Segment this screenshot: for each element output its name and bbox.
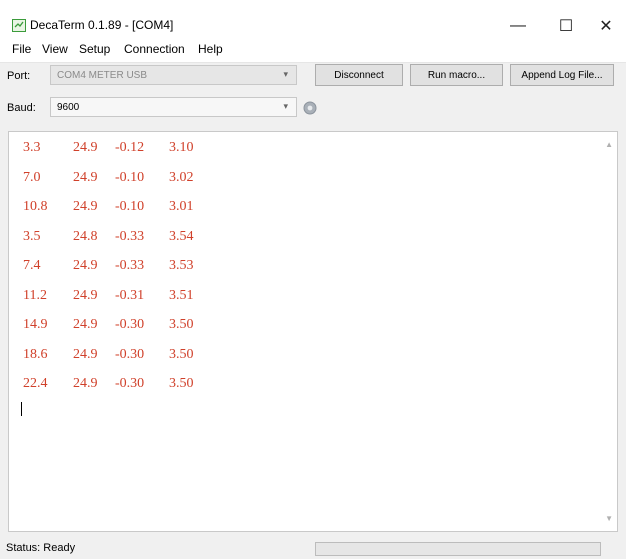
baud-value: 9600: [57, 101, 80, 113]
terminal-cell: 24.9: [73, 317, 98, 332]
terminal-cell: -0.10: [115, 199, 145, 214]
append-log-button[interactable]: Append Log File...: [510, 64, 614, 86]
terminal-cell: -0.33: [115, 258, 145, 273]
chevron-down-icon: ▾: [283, 69, 288, 79]
run-macro-button[interactable]: Run macro...: [410, 64, 503, 86]
terminal-cell: 3.50: [169, 376, 194, 391]
menu-view[interactable]: View: [40, 42, 70, 56]
menu-setup[interactable]: Setup: [77, 42, 112, 56]
app-icon: [12, 19, 26, 32]
terminal-cell: 24.9: [73, 258, 98, 273]
terminal-cell: 22.4: [23, 376, 48, 391]
menu-file[interactable]: File: [10, 42, 33, 56]
terminal-cell: -0.30: [115, 376, 145, 391]
scroll-up-icon[interactable]: ▲: [605, 140, 613, 149]
terminal-cell: -0.30: [115, 346, 145, 362]
window-title: DecaTerm 0.1.89 - [COM4]: [30, 18, 174, 32]
maximize-icon: ☐: [558, 18, 574, 35]
gear-icon[interactable]: [303, 101, 317, 115]
terminal-cell: 24.9: [73, 346, 98, 362]
terminal-cell: 3.3: [23, 140, 41, 155]
minimize-button[interactable]: —: [498, 12, 538, 40]
terminal-cell: 3.02: [169, 169, 194, 185]
port-select[interactable]: COM4 METER USB ▾: [50, 65, 297, 85]
terminal-cell: 7.0: [23, 169, 41, 185]
terminal-cell: 24.9: [73, 287, 98, 303]
terminal-cell: 24.9: [73, 199, 98, 214]
title-bar: DecaTerm 0.1.89 - [COM4] — ☐ ✕: [0, 0, 626, 40]
terminal-cell: 24.9: [73, 140, 98, 155]
port-value: COM4 METER USB: [57, 69, 148, 81]
terminal-cell: -0.31: [115, 287, 145, 303]
terminal-cell: 24.8: [73, 228, 98, 244]
terminal-cell: 3.54: [169, 228, 194, 244]
menu-bar: File View Setup Connection Help: [0, 40, 626, 63]
scroll-down-icon[interactable]: ▼: [605, 514, 613, 523]
status-text: Status: Ready: [6, 542, 76, 554]
terminal-cell: -0.10: [115, 169, 145, 185]
baud-label: Baud:: [7, 102, 36, 114]
minimize-icon: —: [510, 17, 526, 34]
chevron-down-icon: ▾: [283, 101, 288, 111]
disconnect-button[interactable]: Disconnect: [315, 64, 403, 86]
terminal-cell: 3.50: [169, 346, 194, 362]
terminal-cell: -0.12: [115, 140, 145, 155]
maximize-button[interactable]: ☐: [546, 12, 586, 40]
close-icon: ✕: [599, 18, 613, 35]
terminal-cell: 14.9: [23, 317, 48, 332]
baud-select[interactable]: 9600 ▾: [50, 97, 297, 117]
progress-bar: [315, 542, 601, 556]
terminal-output[interactable]: 3.3 24.9 -0.12 3.10 7.0 24.9 -0.10 3.02 10.8 24.9…: [8, 131, 618, 532]
terminal-cell: 3.51: [169, 287, 194, 303]
terminal-cell: 18.6: [23, 346, 48, 362]
terminal-cell: -0.33: [115, 228, 145, 244]
terminal-cell: 3.50: [169, 317, 194, 332]
port-label: Port:: [7, 70, 31, 82]
terminal-cell: 7.4: [23, 258, 41, 273]
menu-help[interactable]: Help: [196, 42, 225, 56]
text-cursor: [21, 402, 22, 416]
close-button[interactable]: ✕: [586, 12, 626, 40]
terminal-cell: 24.9: [73, 169, 98, 185]
menu-connection[interactable]: Connection: [122, 42, 187, 56]
terminal-cell: 10.8: [23, 199, 48, 214]
terminal-cell: 24.9: [73, 376, 98, 391]
terminal-cell: 3.5: [23, 228, 41, 244]
terminal-cell: -0.30: [115, 317, 145, 332]
terminal-cell: 3.01: [169, 199, 194, 214]
terminal-cell: 3.10: [169, 140, 194, 155]
terminal-cell: 11.2: [23, 287, 47, 303]
terminal-cell: 3.53: [169, 258, 194, 273]
